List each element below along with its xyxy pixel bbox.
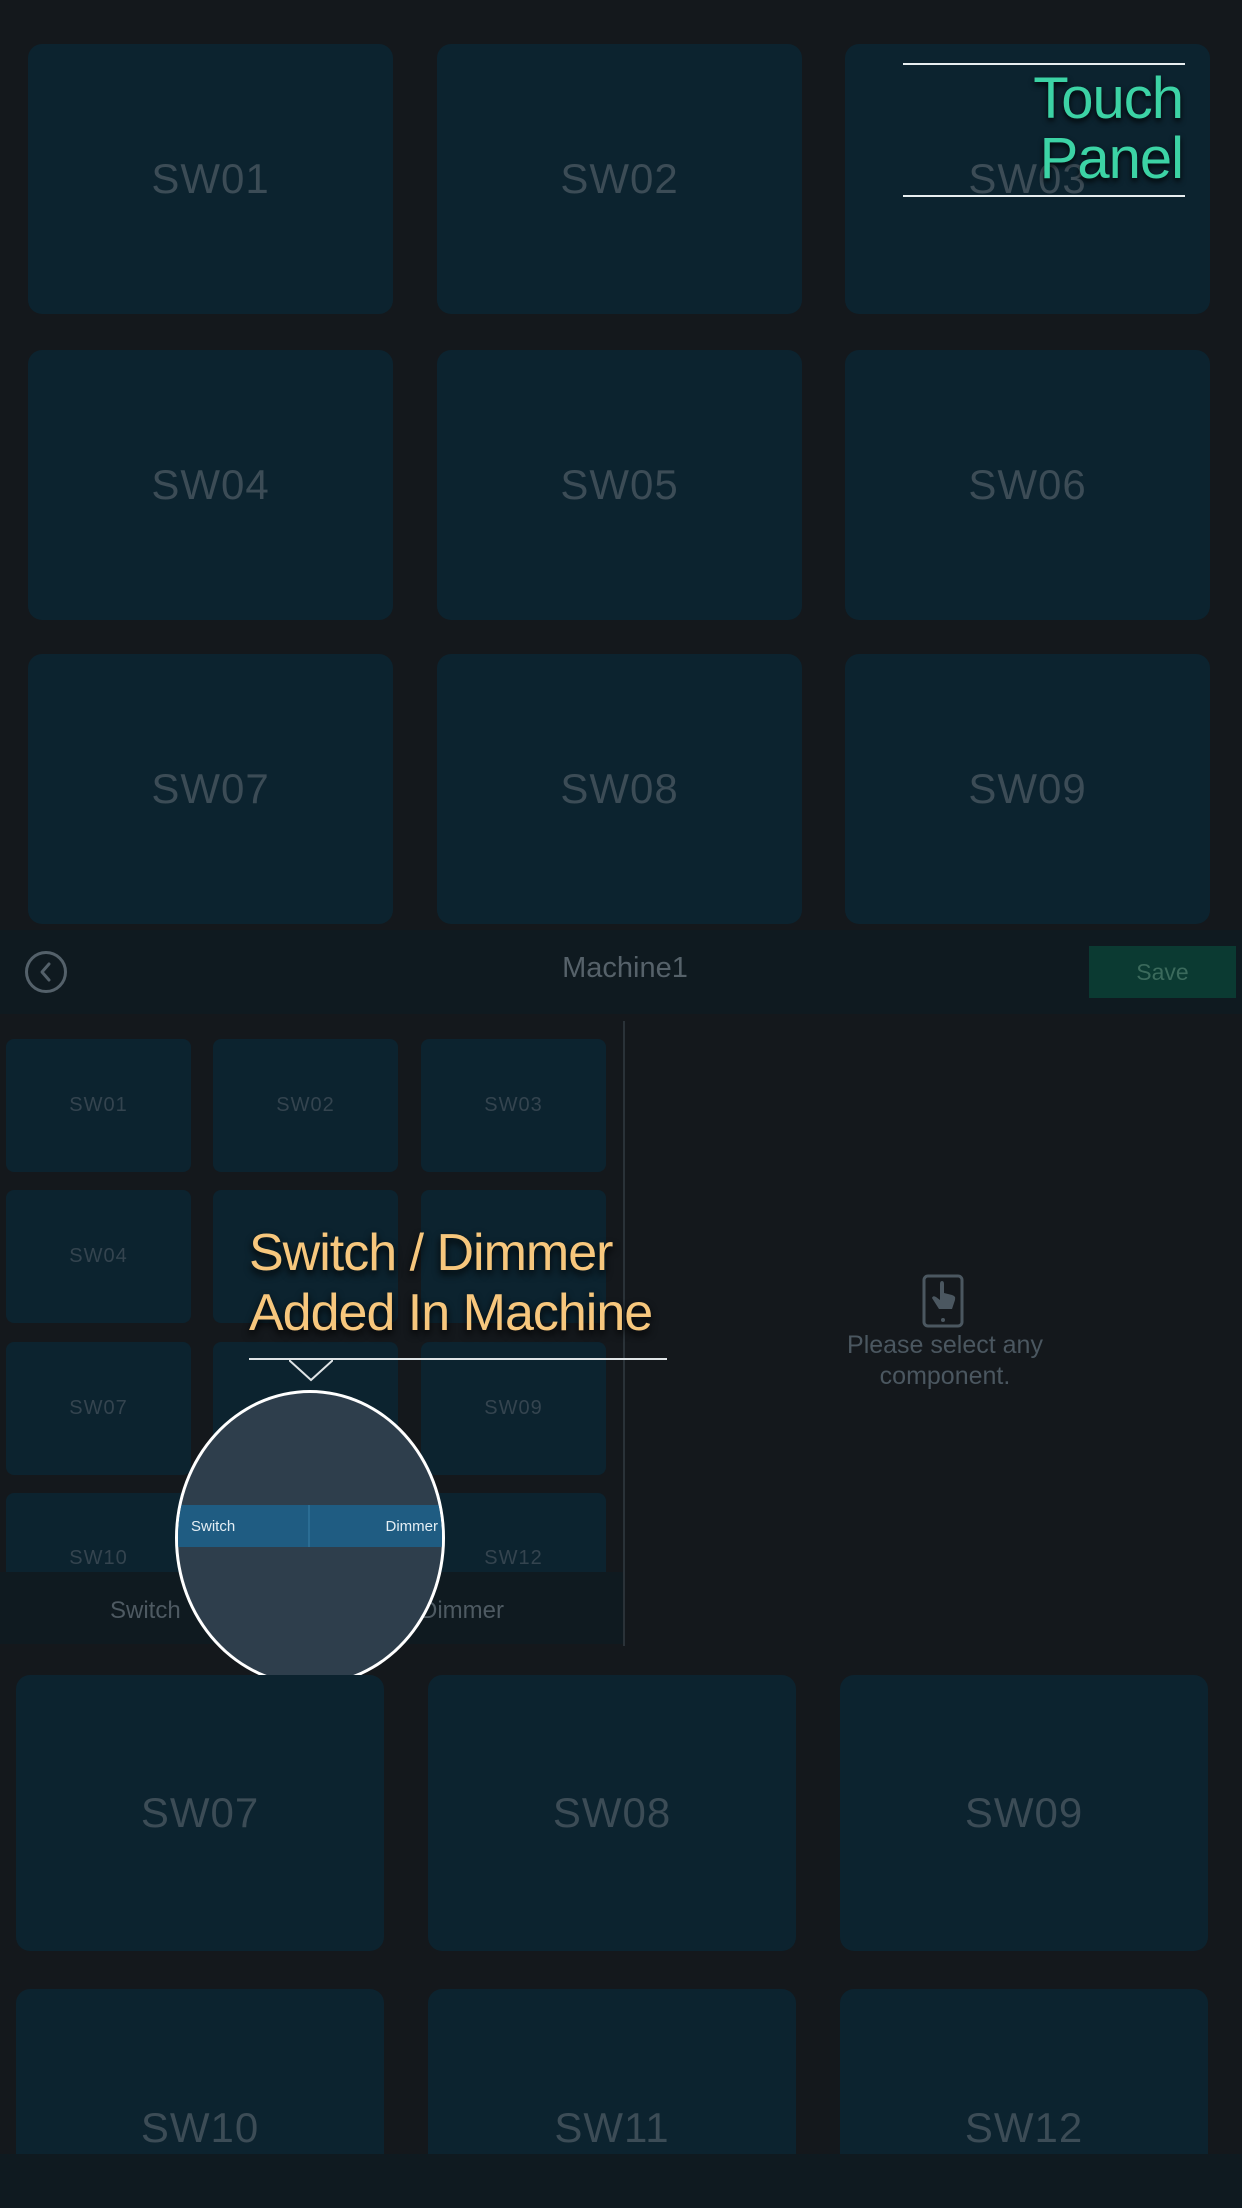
switch-tile-label: SW12 [964,2104,1084,2151]
save-button[interactable]: Save [1089,946,1236,998]
switch-tile[interactable]: SW06 [845,350,1210,620]
switch-tile-label: SW10 [140,2104,260,2151]
callout-line-1: Switch / Dimmer [249,1224,613,1282]
switch-tile[interactable]: SW11 [428,1989,796,2154]
mini-switch-tile[interactable]: SW04 [6,1190,191,1323]
switch-tile[interactable]: SW10 [16,1989,384,2154]
tab-switch[interactable]: Switch [110,1597,181,1625]
switch-tile[interactable]: SW09 [840,1675,1208,1951]
switch-tile[interactable]: SW08 [428,1675,796,1951]
feature-title-text: Touch Panel [1033,66,1184,191]
mini-switch-label: SW10 [69,1547,128,1569]
magnified-tab-bar: Switch Dimmer [178,1505,442,1547]
mini-switch-tile[interactable]: SW10 [6,1493,191,1572]
title-rule-bottom [903,195,1185,197]
mini-switch-label: SW12 [484,1547,543,1569]
switch-tile[interactable]: SW07 [16,1675,384,1951]
switch-tile[interactable]: SW02 [437,44,802,314]
mini-switch-tile[interactable]: SW02 [213,1039,398,1172]
magnifier-lens: Switch Dimmer [175,1390,445,1686]
switch-tile[interactable]: SW01 [28,44,393,314]
switch-tile[interactable]: SW07 [28,654,393,924]
page-title: Machine1 [562,952,688,984]
mini-switch-tile[interactable]: SW01 [6,1039,191,1172]
magnified-tab-separator [308,1505,310,1547]
mini-switch-tile[interactable]: SW09 [421,1342,606,1475]
switch-tile-label: SW11 [554,2104,670,2151]
mini-switch-tile[interactable]: SW03 [421,1039,606,1172]
mini-switch-tile[interactable]: SW12 [421,1493,606,1572]
switch-tile[interactable]: SW08 [437,654,802,924]
feature-title: Touch Panel [903,63,1185,197]
callout-pointer-icon [289,1360,333,1382]
magnified-switch-tab[interactable]: Switch [178,1518,235,1535]
empty-state-message: Please select any component. [847,1331,1043,1390]
magnified-dimmer-tab[interactable]: Dimmer [386,1518,443,1535]
tab-dimmer[interactable]: Dimmer [420,1597,504,1625]
switch-tile[interactable]: SW09 [845,654,1210,924]
switch-tile[interactable]: SW12 [840,1989,1208,2154]
mini-switch-tile[interactable]: SW07 [6,1342,191,1475]
bottom-bar [0,2154,1242,2208]
switch-tile[interactable]: SW05 [437,350,802,620]
callout-text: Switch / Dimmer Added In Machine [249,1223,653,1343]
callout-line-2: Added In Machine [249,1284,653,1342]
switch-tile[interactable]: SW04 [28,350,393,620]
touch-tablet-icon [921,1274,965,1328]
